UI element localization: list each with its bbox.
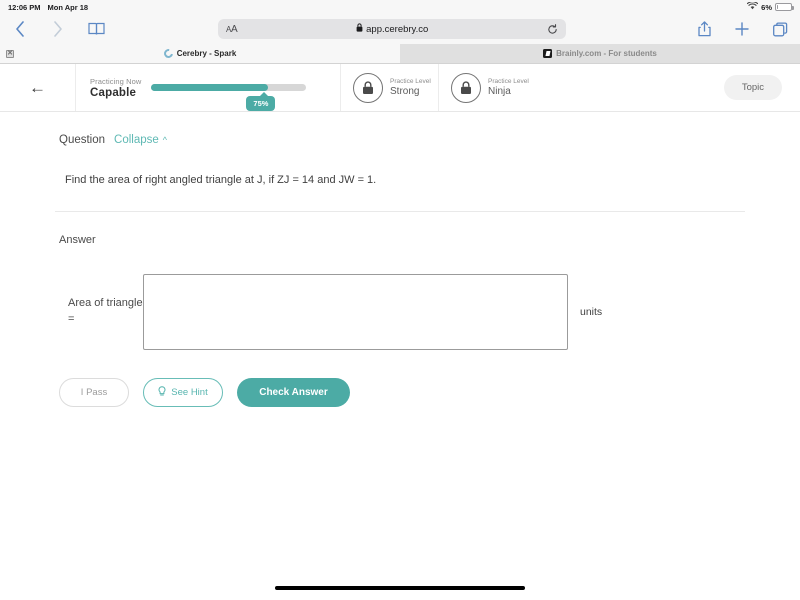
home-indicator[interactable] bbox=[275, 586, 525, 590]
status-bar-date: Mon Apr 18 bbox=[47, 2, 89, 12]
lock-icon bbox=[451, 72, 481, 103]
practice-level-ninja[interactable]: Practice Level Ninja bbox=[438, 64, 536, 111]
level-subtitle: Practice Level bbox=[488, 78, 529, 85]
app-header: ← Practicing Now Capable 75% Practice Le… bbox=[0, 64, 800, 112]
answer-section-label: Answer bbox=[59, 233, 96, 246]
cerebry-c-icon bbox=[161, 47, 175, 60]
battery-icon bbox=[775, 3, 794, 11]
question-section-label: Question bbox=[59, 134, 106, 146]
navigation-buttons bbox=[10, 19, 106, 39]
battery-percent-label: 6% bbox=[761, 2, 772, 12]
status-bar-time: 12:06 PM bbox=[8, 2, 41, 12]
arrow-left-icon: ← bbox=[29, 78, 46, 97]
wifi-icon bbox=[747, 1, 759, 12]
level-text: Practice Level Strong bbox=[390, 78, 431, 97]
lock-icon bbox=[356, 23, 363, 35]
text-size-button[interactable]: AA bbox=[226, 24, 238, 35]
browser-tab-title: Cerebry - Spark bbox=[176, 49, 237, 58]
collapse-toggle[interactable]: Collapse ^ bbox=[114, 134, 167, 146]
practice-level-strong[interactable]: Practice Level Strong bbox=[340, 64, 438, 111]
practice-progress: Practicing Now Capable 75% bbox=[75, 64, 340, 111]
main-content: Question Collapse ^ Find the area of rig… bbox=[0, 112, 800, 600]
level-title: Ninja bbox=[488, 86, 511, 97]
chevron-right-icon bbox=[48, 19, 68, 39]
chevron-left-icon[interactable] bbox=[10, 19, 30, 39]
lock-icon bbox=[353, 72, 383, 103]
address-bar[interactable]: AA app.cerebry.co bbox=[218, 19, 566, 39]
app-back-button[interactable]: ← bbox=[0, 64, 75, 111]
question-text: Find the area of right angled triangle a… bbox=[65, 174, 377, 186]
lightbulb-icon bbox=[158, 385, 166, 399]
topic-button[interactable]: Topic bbox=[723, 75, 782, 100]
safari-toolbar: AA app.cerebry.co bbox=[0, 14, 800, 44]
progress-bar-wrap: 75% bbox=[151, 84, 340, 111]
brainly-icon bbox=[543, 49, 553, 58]
url-text: app.cerebry.co bbox=[366, 23, 429, 35]
browser-tab-title: Brainly.com - For students bbox=[556, 49, 657, 58]
progress-labels: Practicing Now Capable bbox=[90, 77, 141, 99]
see-hint-label: See Hint bbox=[171, 386, 208, 398]
browser-tab-brainly[interactable]: Brainly.com - For students bbox=[400, 44, 800, 63]
i-pass-button[interactable]: I Pass bbox=[59, 377, 129, 407]
close-icon[interactable]: ✕ bbox=[6, 49, 14, 58]
question-header: Question Collapse ^ bbox=[50, 112, 750, 146]
check-answer-button[interactable]: Check Answer bbox=[237, 377, 350, 407]
browser-tab-cerebry[interactable]: ✕ Cerebry - Spark bbox=[0, 44, 400, 63]
level-title: Strong bbox=[390, 86, 420, 97]
level-subtitle: Practice Level bbox=[390, 78, 431, 85]
answer-units-label: units bbox=[580, 305, 603, 318]
status-bar-left: 12:06 PM Mon Apr 18 bbox=[8, 3, 88, 12]
progress-subtitle: Practicing Now bbox=[90, 76, 142, 86]
topic-area: Topic bbox=[536, 64, 800, 111]
progress-percent-badge: 75% bbox=[246, 92, 276, 111]
collapse-label: Collapse bbox=[114, 134, 159, 146]
tabs-icon[interactable] bbox=[770, 19, 790, 39]
progress-bar-track bbox=[151, 84, 307, 91]
progress-title: Capable bbox=[90, 86, 137, 99]
ios-status-bar: 12:06 PM Mon Apr 18 6% bbox=[0, 0, 800, 14]
see-hint-button[interactable]: See Hint bbox=[143, 377, 223, 407]
progress-bar-fill bbox=[151, 84, 268, 91]
device-screen: 12:06 PM Mon Apr 18 6% AA app.cerebry.co… bbox=[0, 0, 800, 600]
answer-actions: I Pass See Hint Check Answer bbox=[50, 377, 750, 407]
answer-field-label: Area of triangle = bbox=[68, 296, 143, 325]
url-display[interactable]: app.cerebry.co bbox=[237, 23, 547, 35]
plus-icon[interactable] bbox=[732, 19, 752, 39]
level-text: Practice Level Ninja bbox=[488, 78, 529, 97]
share-icon[interactable] bbox=[694, 19, 714, 39]
answer-input[interactable] bbox=[143, 273, 568, 350]
answer-input-row: Area of triangle = units bbox=[50, 273, 750, 350]
tab-strip: ✕ Cerebry - Spark Brainly.com - For stud… bbox=[0, 44, 800, 64]
reload-icon[interactable] bbox=[547, 23, 558, 35]
status-bar-right: 6% bbox=[747, 1, 794, 12]
toolbar-right-buttons bbox=[694, 19, 790, 39]
book-icon[interactable] bbox=[86, 19, 106, 39]
chevron-up-icon: ^ bbox=[162, 134, 168, 145]
